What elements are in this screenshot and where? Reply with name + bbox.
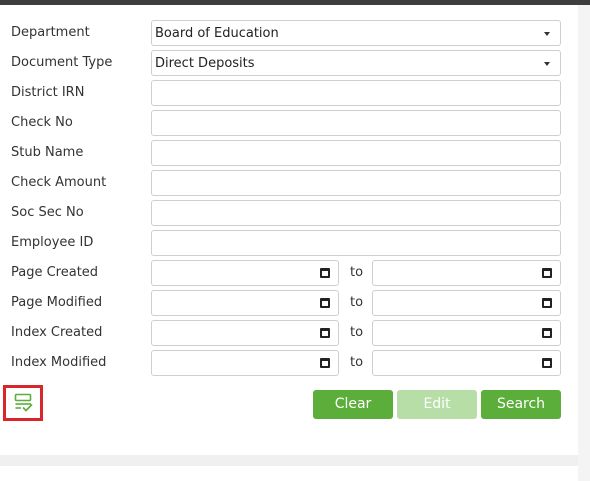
lower-panel	[0, 466, 578, 481]
calendar-icon[interactable]	[320, 268, 330, 278]
form-check-highlight[interactable]	[3, 385, 43, 421]
stub-name-label: Stub Name	[11, 145, 84, 160]
stub-name-row: Stub Name	[0, 140, 578, 166]
index-created-to-input[interactable]	[372, 320, 561, 346]
check-no-row: Check No	[0, 110, 578, 136]
to-label: to	[350, 325, 364, 340]
index-modified-row: Index Modified to	[0, 350, 578, 376]
index-modified-to-input[interactable]	[372, 350, 561, 376]
document-type-value: Direct Deposits	[155, 56, 255, 71]
page-modified-label: Page Modified	[11, 295, 103, 310]
district-irn-row: District IRN	[0, 80, 578, 106]
search-button[interactable]: Search	[481, 390, 561, 419]
index-modified-label: Index Modified	[11, 355, 107, 370]
calendar-icon[interactable]	[320, 298, 330, 308]
edit-button[interactable]: Edit	[397, 390, 477, 419]
form-check-icon[interactable]	[14, 393, 34, 413]
check-amount-label: Check Amount	[11, 175, 107, 190]
district-irn-label: District IRN	[11, 85, 85, 100]
index-created-from-input[interactable]	[151, 320, 339, 346]
index-created-row: Index Created to	[0, 320, 578, 346]
to-label: to	[350, 355, 364, 370]
check-no-label: Check No	[11, 115, 73, 130]
soc-sec-no-input[interactable]	[151, 200, 561, 226]
page-created-row: Page Created to	[0, 260, 578, 286]
department-value: Board of Education	[155, 26, 279, 41]
page-created-from-input[interactable]	[151, 260, 339, 286]
department-select[interactable]: Board of Education	[151, 20, 561, 46]
page-created-to-input[interactable]	[372, 260, 561, 286]
to-label: to	[350, 295, 364, 310]
calendar-icon[interactable]	[320, 358, 330, 368]
index-created-label: Index Created	[11, 325, 103, 340]
department-label: Department	[11, 25, 90, 40]
page-modified-to-input[interactable]	[372, 290, 561, 316]
chevron-down-icon	[544, 32, 550, 36]
calendar-icon[interactable]	[320, 328, 330, 338]
check-amount-row: Check Amount	[0, 170, 578, 196]
clear-button[interactable]: Clear	[313, 390, 393, 419]
chevron-down-icon	[544, 62, 550, 66]
calendar-icon[interactable]	[542, 358, 552, 368]
page-created-label: Page Created	[11, 265, 99, 280]
employee-id-label: Employee ID	[11, 235, 94, 250]
check-amount-input[interactable]	[151, 170, 561, 196]
document-type-label: Document Type	[11, 55, 113, 70]
employee-id-input[interactable]	[151, 230, 561, 256]
index-modified-from-input[interactable]	[151, 350, 339, 376]
calendar-icon[interactable]	[542, 268, 552, 278]
scrollbar[interactable]	[578, 5, 590, 481]
check-no-input[interactable]	[151, 110, 561, 136]
to-label: to	[350, 265, 364, 280]
department-row: Department Board of Education	[0, 20, 578, 46]
district-irn-input[interactable]	[151, 80, 561, 106]
soc-sec-no-label: Soc Sec No	[11, 205, 84, 220]
soc-sec-no-row: Soc Sec No	[0, 200, 578, 226]
calendar-icon[interactable]	[542, 328, 552, 338]
document-type-select[interactable]: Direct Deposits	[151, 50, 561, 76]
page-modified-from-input[interactable]	[151, 290, 339, 316]
document-type-row: Document Type Direct Deposits	[0, 50, 578, 76]
stub-name-input[interactable]	[151, 140, 561, 166]
page-modified-row: Page Modified to	[0, 290, 578, 316]
employee-id-row: Employee ID	[0, 230, 578, 256]
calendar-icon[interactable]	[542, 298, 552, 308]
